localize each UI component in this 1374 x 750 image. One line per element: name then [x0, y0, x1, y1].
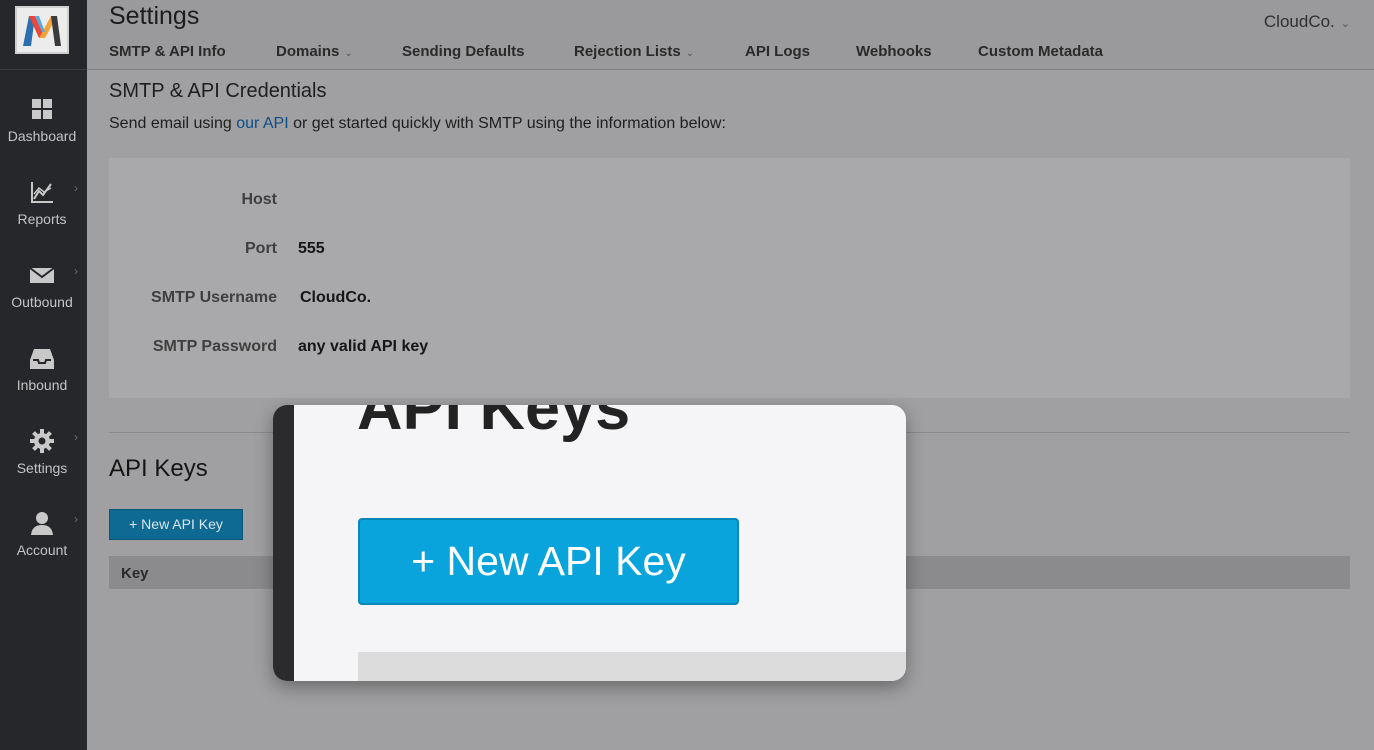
chevron-right-icon: ›: [74, 512, 78, 526]
credentials-title: SMTP & API Credentials: [109, 80, 327, 102]
tab-label: Custom Metadata: [978, 43, 1104, 60]
envelope-icon: [29, 267, 55, 283]
tab-sending-defaults[interactable]: Sending Defaults: [402, 43, 525, 60]
tab-custom-metadata[interactable]: Custom Metadata: [978, 43, 1103, 60]
sidebar-item-settings[interactable]: › Settings: [0, 420, 87, 490]
port-label: Port: [245, 240, 277, 257]
tab-label: Rejection Lists: [574, 43, 681, 60]
sidebar-item-reports[interactable]: › Reports: [0, 171, 87, 241]
logo-mark-icon: [23, 16, 61, 46]
tab-label: Sending Defaults: [402, 43, 525, 60]
app-logo[interactable]: [15, 6, 69, 54]
chevron-down-icon: ⌄: [685, 48, 695, 59]
zoom-callout: API Keys + New API Key: [273, 405, 906, 681]
tab-label: API Logs: [745, 43, 811, 60]
credentials-intro: Send email using our API or get started …: [109, 115, 726, 133]
credentials-panel: Host Port 555 SMTP Username CloudCo. SMT…: [109, 158, 1350, 398]
dashboard-grid-icon: [32, 99, 52, 119]
tab-label: Domains: [276, 43, 340, 60]
tab-webhooks[interactable]: Webhooks: [856, 43, 932, 60]
smtp-username-value: CloudCo.: [300, 289, 372, 306]
intro-text: or get started quickly with SMTP using t…: [288, 115, 726, 132]
chevron-right-icon: ›: [74, 181, 78, 195]
chart-icon: [31, 182, 53, 203]
chevron-down-icon: ⌄: [344, 48, 353, 59]
intro-text: Send email using: [109, 115, 237, 132]
page-title: Settings: [109, 2, 200, 30]
smtp-password-value: any valid API key: [298, 338, 429, 355]
org-name: CloudCo.: [1263, 12, 1335, 31]
smtp-username-label: SMTP Username: [151, 289, 277, 306]
new-api-key-button[interactable]: + New API Key: [109, 509, 243, 540]
chevron-right-icon: ›: [74, 430, 78, 444]
chevron-right-icon: ›: [74, 264, 78, 278]
sidebar-item-label: Settings: [16, 460, 68, 476]
user-icon: [31, 512, 53, 535]
zoom-new-api-key-button[interactable]: + New API Key: [358, 518, 739, 605]
tab-domains[interactable]: Domains ⌄: [276, 43, 353, 60]
sidebar-divider: [0, 69, 87, 70]
api-docs-link[interactable]: our API: [236, 115, 288, 132]
inbox-icon: [30, 349, 54, 369]
column-header-key: Key: [121, 565, 149, 582]
sidebar-item-label: Account: [16, 542, 68, 558]
tab-label: SMTP & API Info: [109, 43, 226, 60]
tab-rejection-lists[interactable]: Rejection Lists ⌄: [574, 43, 694, 60]
zoom-api-keys-title: API Keys: [357, 405, 631, 443]
zoom-edge: [273, 405, 294, 681]
page-header: Settings CloudCo. ⌄ SMTP & API Info Domai…: [87, 0, 1374, 70]
chevron-down-icon: ⌄: [1340, 18, 1350, 30]
sidebar-item-account[interactable]: › Account: [0, 502, 87, 572]
api-keys-title: API Keys: [109, 455, 208, 482]
sidebar-item-label: Reports: [17, 211, 67, 227]
tab-label: Webhooks: [856, 43, 932, 60]
sidebar-item-label: Outbound: [11, 294, 73, 310]
gear-icon: [30, 429, 54, 453]
smtp-password-label: SMTP Password: [152, 338, 277, 355]
sidebar-item-inbound[interactable]: Inbound: [0, 337, 87, 407]
sidebar: Dashboard › Reports › Outbound Inbound ›…: [0, 0, 87, 750]
tab-api-logs[interactable]: API Logs: [745, 43, 810, 60]
sidebar-item-label: Inbound: [16, 377, 68, 393]
host-label: Host: [241, 191, 277, 208]
sidebar-item-dashboard[interactable]: Dashboard: [0, 88, 87, 158]
sidebar-item-label: Dashboard: [7, 128, 77, 144]
zoom-table-header: [358, 652, 906, 681]
tab-smtp-api-info[interactable]: SMTP & API Info: [109, 43, 226, 60]
org-menu[interactable]: CloudCo. ⌄: [1264, 12, 1350, 32]
sidebar-item-outbound[interactable]: › Outbound: [0, 254, 87, 324]
port-value: 555: [298, 240, 325, 257]
